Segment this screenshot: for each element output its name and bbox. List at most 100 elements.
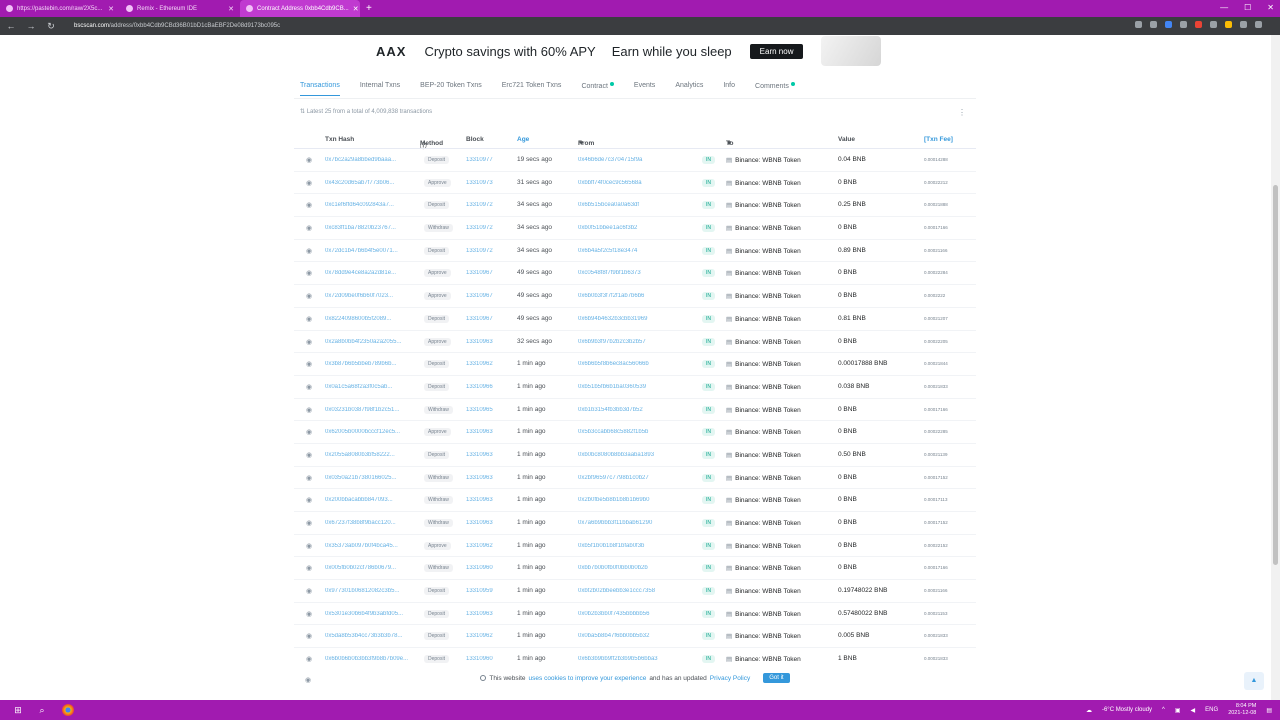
scrollbar[interactable] [1271,35,1280,700]
block-link[interactable]: 13310963 [466,520,493,526]
from-address-link[interactable]: 0x2b0fbe5b8b1b8b1b69b0 [578,497,649,503]
to-address-link[interactable]: ▤ Binance: WBNB Token [726,474,801,482]
search-icon[interactable]: ⌕ [36,705,48,716]
notifications-icon[interactable]: ▤ [1266,707,1272,714]
privacy-policy-link[interactable]: Privacy Policy [710,675,750,682]
block-link[interactable]: 13310967 [466,270,493,276]
extension-icon[interactable] [1135,21,1142,28]
view-details-eye-icon[interactable]: ◉ [306,247,312,255]
block-link[interactable]: 13310962 [466,633,493,639]
from-address-link[interactable]: 0xbb7b0b0fb0f0bb0b0b2b [578,565,648,571]
menu-icon[interactable] [1255,21,1262,28]
to-address-link[interactable]: ▤ Binance: WBNB Token [726,587,801,595]
view-details-eye-icon[interactable]: ◉ [306,655,312,663]
block-link[interactable]: 13310972 [466,202,493,208]
view-details-eye-icon[interactable]: ◉ [306,632,312,640]
ad-banner[interactable]: AAX Crypto savings with 60% APY Earn whi… [368,35,908,67]
txn-hash-link[interactable]: 0xc83ff1ba78820b23767... [325,225,396,231]
view-details-eye-icon[interactable]: ◉ [306,474,312,482]
to-address-link[interactable]: ▤ Binance: WBNB Token [726,519,801,527]
browser-tab-0[interactable]: https://pastebin.com/raw/2X5c... ✕ [0,0,120,17]
view-details-eye-icon[interactable]: ◉ [306,406,312,414]
view-details-eye-icon[interactable]: ◉ [306,315,312,323]
txn-hash-link[interactable]: 0x7bc2a29a8bbed9baaa... [325,157,396,163]
tray-arrow-icon[interactable]: ^ [1162,707,1165,713]
puzzle-icon[interactable] [1210,21,1217,28]
block-link[interactable]: 13310972 [466,225,493,231]
filter-icon[interactable]: ▼ [578,140,584,147]
block-link[interactable]: 13310963 [466,452,493,458]
block-link[interactable]: 13310967 [466,293,493,299]
to-address-link[interactable]: ▤ Binance: WBNB Token [726,338,801,346]
to-address-link[interactable]: ▤ Binance: WBNB Token [726,451,801,459]
to-address-link[interactable]: ▤ Binance: WBNB Token [726,428,801,436]
ad-earn-now-button[interactable]: Earn now [749,43,804,59]
extension-icon[interactable] [1180,21,1187,28]
to-address-link[interactable]: ▤ Binance: WBNB Token [726,610,801,618]
to-address-link[interactable]: ▤ Binance: WBNB Token [726,632,801,640]
close-tab-icon[interactable]: ✕ [228,5,234,13]
from-address-link[interactable]: 0x5b3ccabb68c5882f1b5b [578,429,648,435]
block-link[interactable]: 13310973 [466,180,493,186]
forward-icon[interactable]: → [26,21,36,31]
from-address-link[interactable]: 0x6b4a5f2c5f18e3474 [578,248,637,254]
block-link[interactable]: 13310962 [466,361,493,367]
block-link[interactable]: 13310963 [466,497,493,503]
txn-hash-link[interactable]: 0x2055a8080b3bf58222... [325,452,395,458]
from-address-link[interactable]: 0x0b2b3bb0f7435bbbbb56 [578,611,649,617]
to-address-link[interactable]: ▤ Binance: WBNB Token [726,406,801,414]
txn-hash-link[interactable]: 0x67237f38b8f9bacc120... [325,520,396,526]
block-link[interactable]: 13310966 [466,384,493,390]
block-link[interactable]: 13310960 [466,565,493,571]
txn-hash-link[interactable]: 0x6b0b6b0b3bb3f9b8b7b09e... [325,656,408,662]
to-address-link[interactable]: ▤ Binance: WBNB Token [726,564,801,572]
to-address-link[interactable]: ▤ Binance: WBNB Token [726,542,801,550]
to-address-link[interactable]: ▤ Binance: WBNB Token [726,292,801,300]
to-address-link[interactable]: ▤ Binance: WBNB Token [726,315,801,323]
from-address-link[interactable]: 0xbbff74f0cec9c56568a [578,180,642,186]
col-txn-fee[interactable]: [Txn Fee] [924,136,953,143]
tab-analytics[interactable]: Analytics [675,82,703,96]
from-address-link[interactable]: 0x6b3b9bb9ff2b3b9b5b6bba3 [578,656,658,662]
minimize-icon[interactable]: — [1220,3,1228,12]
to-address-link[interactable]: ▤ Binance: WBNB Token [726,247,801,255]
col-age[interactable]: Age [517,136,529,143]
txn-hash-link[interactable]: 0x3b87b6b5bbeb789b6b... [325,361,396,367]
txn-hash-link[interactable]: 0x2a8b0bb4f2350a2a2055... [325,339,401,345]
txn-hash-link[interactable]: 0x62005b0000bcccf12ec5... [325,429,400,435]
view-details-eye-icon[interactable]: ◉ [306,587,312,595]
from-address-link[interactable]: 0xbf2b02bbeebb3e1ccc7358 [578,588,655,594]
tab-transactions[interactable]: Transactions [300,82,340,96]
reload-icon[interactable]: ↻ [46,21,56,32]
chrome-icon[interactable] [62,704,74,716]
view-details-eye-icon[interactable]: ◉ [306,564,312,572]
view-details-eye-icon[interactable]: ◉ [306,269,312,277]
from-address-link[interactable]: 0x6b515bcea0a0a63df [578,202,639,208]
to-address-link[interactable]: ▤ Binance: WBNB Token [726,360,801,368]
filter-icon[interactable]: ▼ [726,140,732,147]
from-address-link[interactable]: 0xb51b5fb6b1ba0360539 [578,384,646,390]
from-address-link[interactable]: 0xc0548f8f7f9bf1b6373 [578,270,641,276]
view-details-eye-icon[interactable]: ◉ [306,383,312,391]
row-eye-icon[interactable]: ◉ [305,676,311,684]
from-address-link[interactable]: 0xb0bc8080b8bb3aaba1893 [578,452,654,458]
view-details-eye-icon[interactable]: ◉ [306,519,312,527]
close-tab-icon[interactable]: ✕ [353,5,359,13]
txn-hash-link[interactable]: 0x0350a21b7380166025... [325,475,396,481]
more-options-icon[interactable]: ⋮ [958,108,966,117]
back-icon[interactable]: ← [6,21,16,31]
cookie-policy-link[interactable]: uses cookies to improve your experience [529,675,647,682]
from-address-link[interactable]: 0x46b6de7c3704715f9a [578,157,642,163]
view-details-eye-icon[interactable]: ◉ [306,292,312,300]
to-address-link[interactable]: ▤ Binance: WBNB Token [726,201,801,209]
bookmark-star-icon[interactable] [1150,21,1157,28]
txn-hash-link[interactable]: 0x72d09be0f6b60f7023... [325,293,393,299]
txn-hash-link[interactable]: 0x8224098600b5f2089... [325,316,391,322]
block-link[interactable]: 13310972 [466,248,493,254]
from-address-link[interactable]: 0xb1b3154fb3bb3d7b52 [578,407,643,413]
from-address-link[interactable]: 0xb0f51bbee1ac6f3b2 [578,225,637,231]
view-details-eye-icon[interactable]: ◉ [306,542,312,550]
from-address-link[interactable]: 0x2bf96597c7798b1c0b27 [578,475,649,481]
from-address-link[interactable]: 0x7a6b9bbb3f11bbab61290 [578,520,652,526]
tab-comments[interactable]: Comments [755,82,795,96]
